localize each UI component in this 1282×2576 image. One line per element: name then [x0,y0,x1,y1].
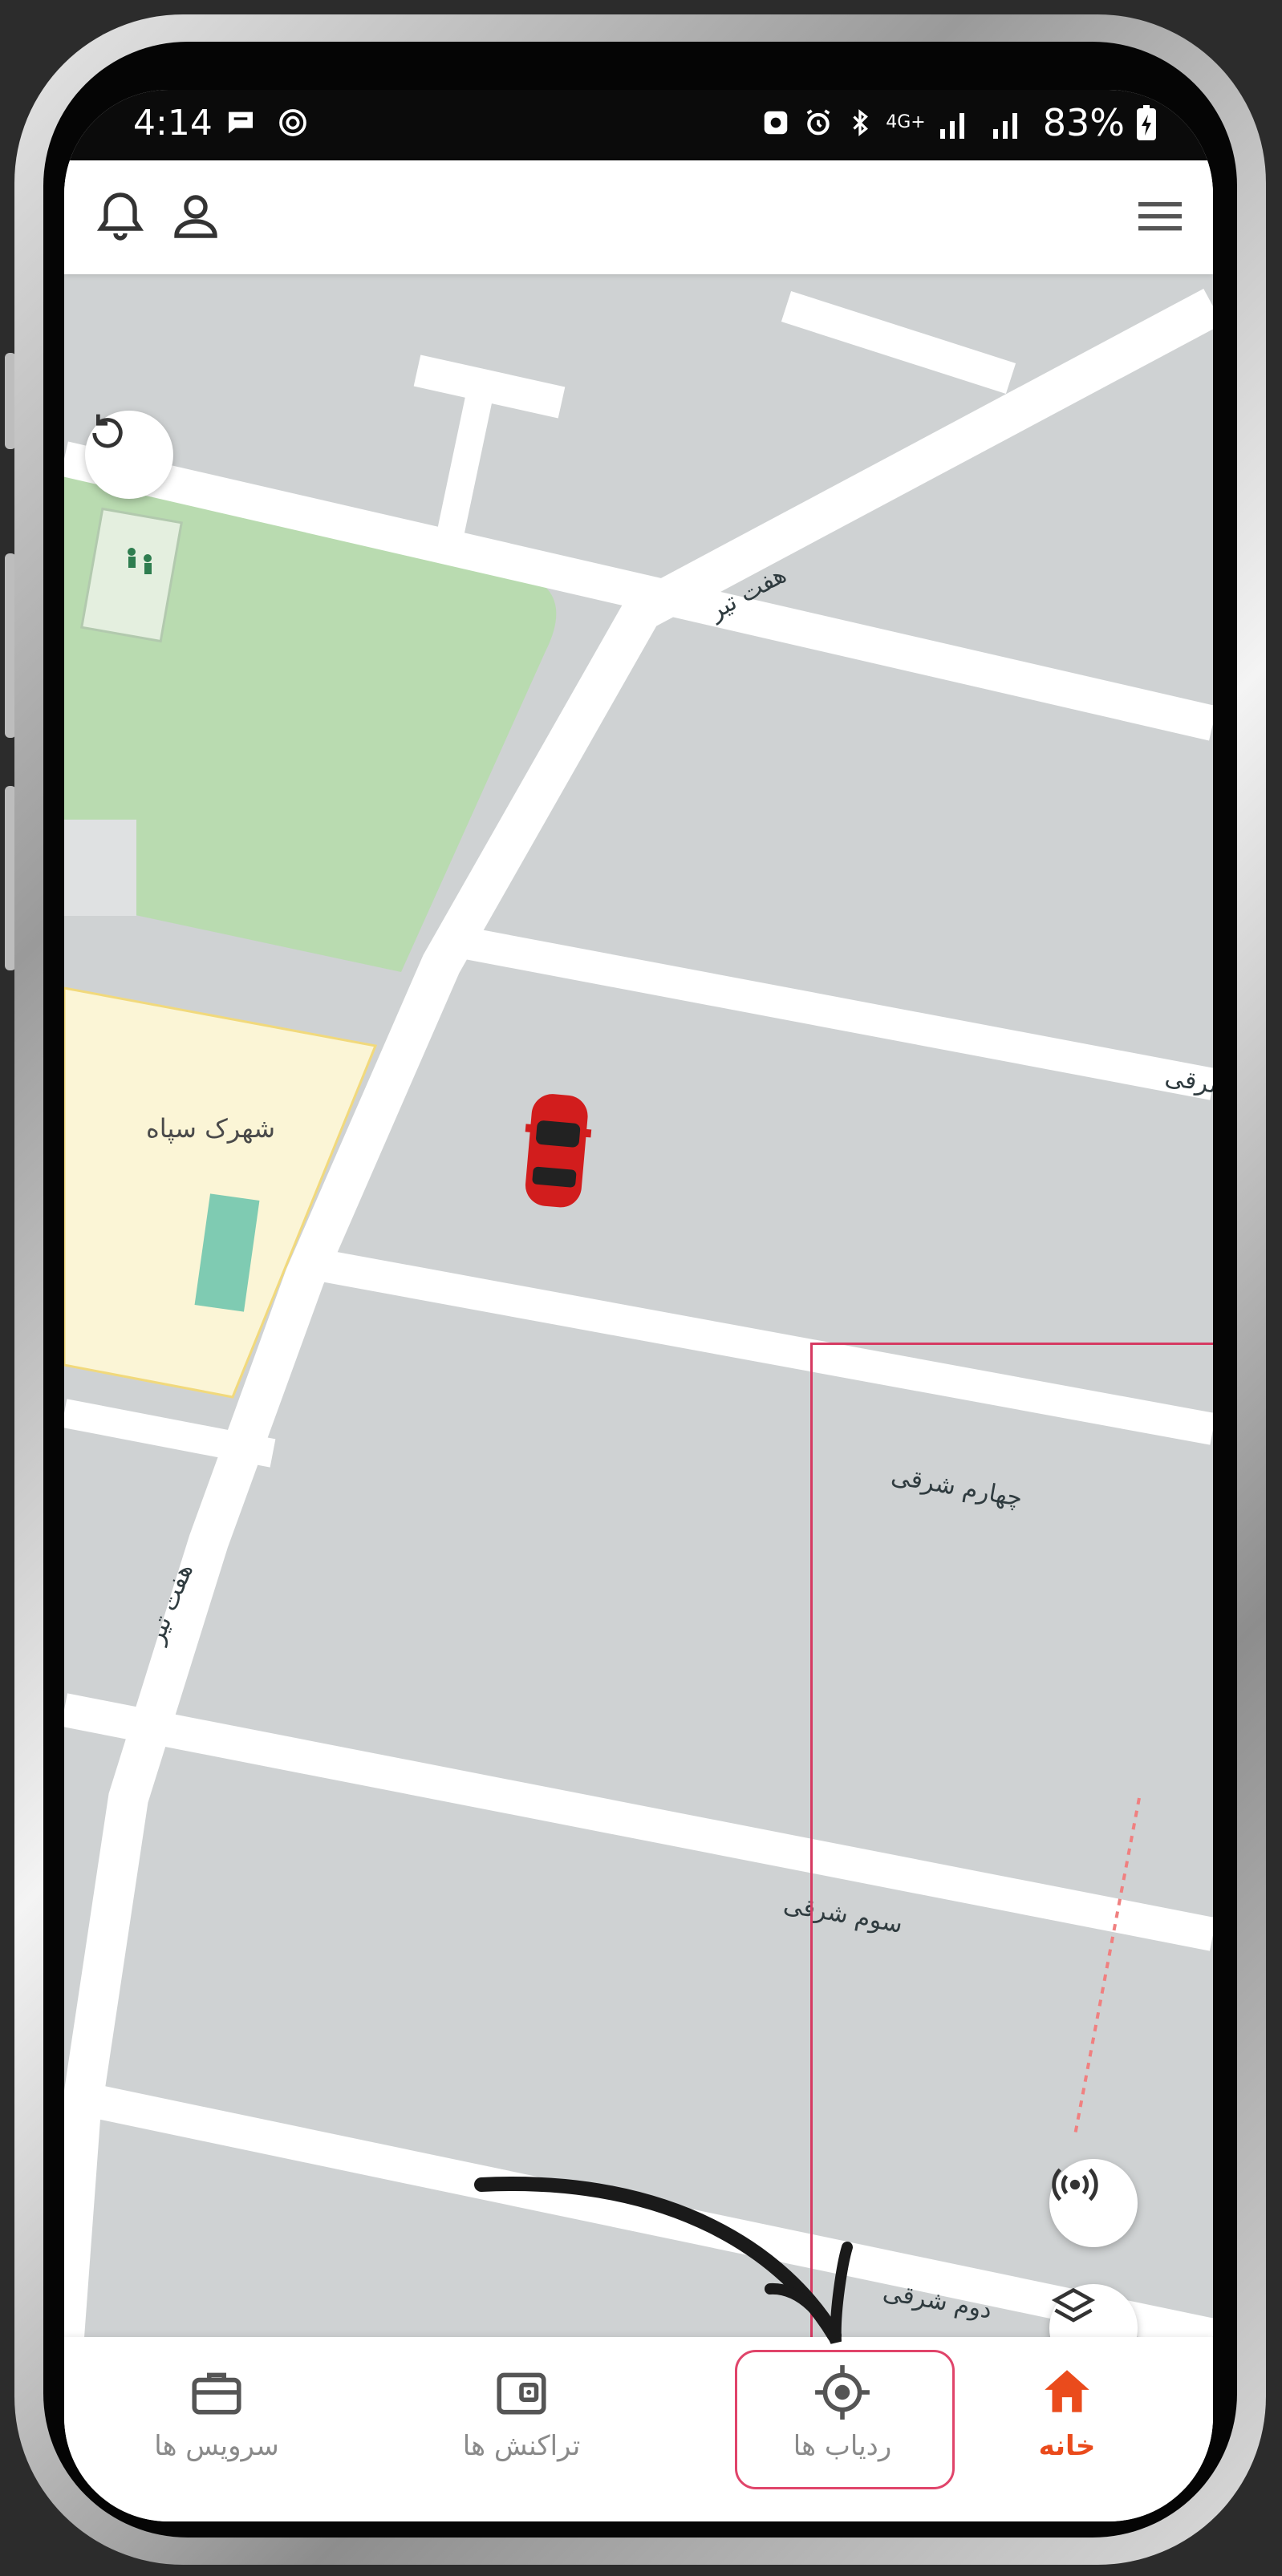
app-header [64,160,1213,274]
canvas: 4:14 4G+ 83% هفت تیر هفت تیر شرقی شهرک س… [0,0,1282,2576]
hamburger-menu-icon[interactable] [1131,188,1189,245]
user-icon[interactable] [167,188,225,245]
bell-icon[interactable] [91,188,149,245]
phone-screen: 4:14 4G+ 83% هفت تیر هفت تیر شرقی شهرک س… [64,90,1213,2521]
annotation-arrow [474,2177,853,2344]
